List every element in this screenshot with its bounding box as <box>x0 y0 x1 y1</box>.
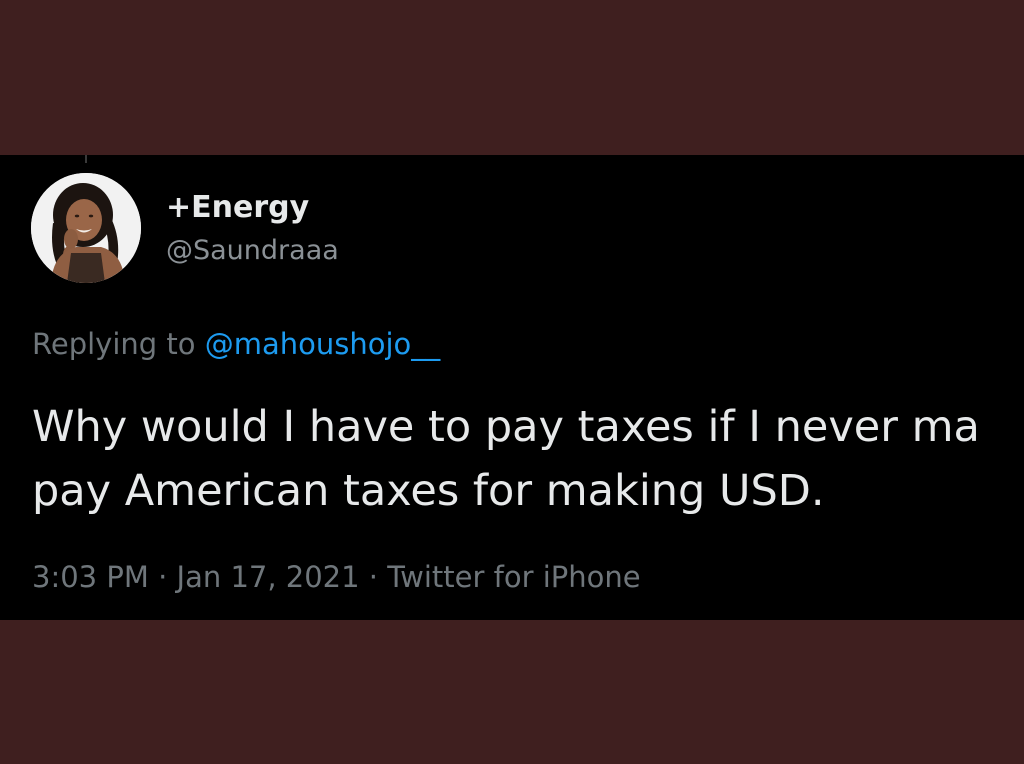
tweet-time[interactable]: 3:03 PM <box>32 560 149 594</box>
avatar[interactable] <box>31 173 141 283</box>
replying-to-mention-link[interactable]: @mahoushojo__ <box>205 327 441 361</box>
tweet-text-line-1: Why would I have to pay taxes if I never… <box>32 402 980 452</box>
tweet-text-line-2: pay American taxes for making USD. <box>32 466 825 516</box>
tweet-source[interactable]: Twitter for iPhone <box>387 560 640 594</box>
display-name[interactable]: +Energy <box>166 190 309 225</box>
user-handle[interactable]: @Saundraaa <box>166 235 339 266</box>
replying-to-line: Replying to @mahoushojo__ <box>32 327 440 361</box>
tweet-text: Why would I have to pay taxes if I never… <box>32 395 1024 523</box>
replying-to-label: Replying to <box>32 327 196 361</box>
meta-separator: · <box>148 560 177 594</box>
tweet-card: +Energy @Saundraaa Replying to @mahousho… <box>0 155 1024 620</box>
tweet-metadata: 3:03 PM · Jan 17, 2021 · Twitter for iPh… <box>32 560 641 594</box>
avatar-image <box>31 173 141 283</box>
meta-separator: · <box>359 560 388 594</box>
thread-connector <box>85 155 87 163</box>
tweet-date[interactable]: Jan 17, 2021 <box>177 560 360 594</box>
